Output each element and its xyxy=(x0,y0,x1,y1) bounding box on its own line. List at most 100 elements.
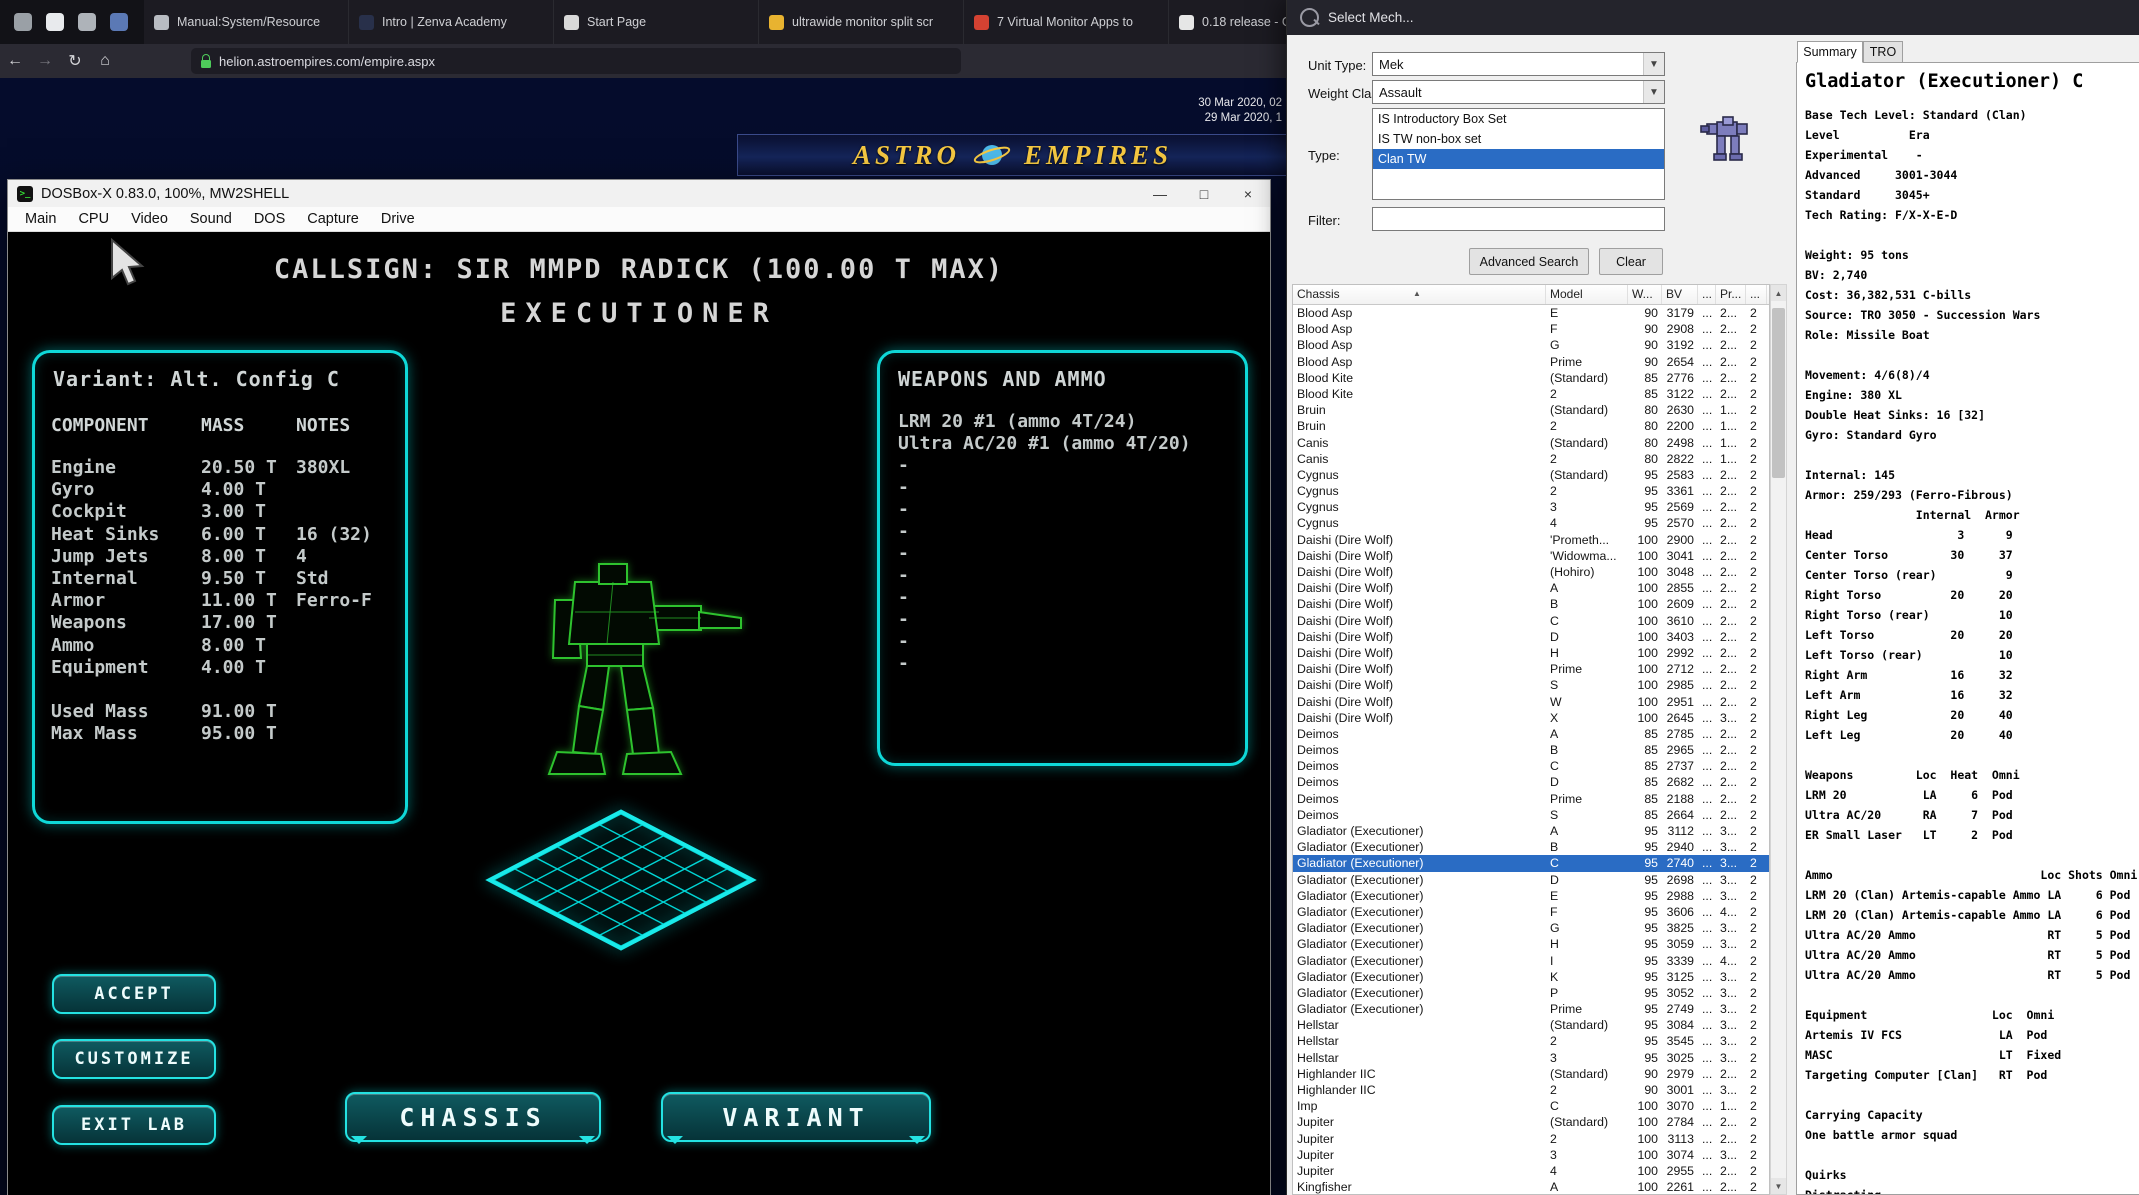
table-row[interactable]: Daishi (Dire Wolf)Prime1002712...2...2 xyxy=(1293,661,1769,677)
type-option[interactable]: IS Introductory Box Set xyxy=(1373,109,1664,129)
minimize-button[interactable]: — xyxy=(1138,180,1182,207)
table-row[interactable]: Daishi (Dire Wolf)(Hohiro)1003048...2...… xyxy=(1293,564,1769,580)
table-row[interactable]: Daishi (Dire Wolf)'Prometh...1002900...2… xyxy=(1293,532,1769,548)
column-header-chassis[interactable]: Chassis▲ xyxy=(1293,285,1546,304)
table-row[interactable]: Daishi (Dire Wolf)X1002645...3...2 xyxy=(1293,710,1769,726)
table-row[interactable]: DeimosB852965...2...2 xyxy=(1293,742,1769,758)
table-row[interactable]: Gladiator (Executioner)P953052...3...2 xyxy=(1293,985,1769,1001)
table-row[interactable]: Gladiator (Executioner)K953125...3...2 xyxy=(1293,969,1769,985)
table-row[interactable]: ImpC1003070...1...2 xyxy=(1293,1098,1769,1114)
pinned-tab-icon[interactable] xyxy=(78,13,96,31)
table-row[interactable]: Daishi (Dire Wolf)B1002609...2...2 xyxy=(1293,596,1769,612)
maximize-button[interactable]: □ xyxy=(1182,180,1226,207)
table-row[interactable]: Blood AspF902908...2...2 xyxy=(1293,321,1769,337)
table-row[interactable]: DeimosPrime852188...2...2 xyxy=(1293,791,1769,807)
type-option[interactable]: Clan TW xyxy=(1373,149,1664,169)
table-row[interactable]: DeimosD852682...2...2 xyxy=(1293,774,1769,790)
table-row[interactable]: Daishi (Dire Wolf)A1002855...2...2 xyxy=(1293,580,1769,596)
menu-item-main[interactable]: Main xyxy=(14,211,67,227)
table-row[interactable]: Blood AspG903192...2...2 xyxy=(1293,337,1769,353)
table-row[interactable]: Cygnus(Standard)952583...2...2 xyxy=(1293,467,1769,483)
table-row[interactable]: Gladiator (Executioner)B952940...3...2 xyxy=(1293,839,1769,855)
table-row[interactable]: Gladiator (Executioner)C952740...3...2 xyxy=(1293,855,1769,871)
table-row[interactable]: Blood Kite(Standard)852776...2...2 xyxy=(1293,370,1769,386)
table-row[interactable]: Jupiter31003074...3...2 xyxy=(1293,1147,1769,1163)
menu-item-dos[interactable]: DOS xyxy=(243,211,296,227)
table-row[interactable]: Blood AspPrime902654...2...2 xyxy=(1293,354,1769,370)
table-row[interactable]: Daishi (Dire Wolf)H1002992...2...2 xyxy=(1293,645,1769,661)
table-row[interactable]: Daishi (Dire Wolf)S1002985...2...2 xyxy=(1293,677,1769,693)
table-row[interactable]: Gladiator (Executioner)H953059...3...2 xyxy=(1293,936,1769,952)
tab-summary[interactable]: Summary xyxy=(1797,41,1863,63)
table-row[interactable]: Cygnus2953361...2...2 xyxy=(1293,483,1769,499)
scroll-up-button[interactable]: ▲ xyxy=(1771,285,1786,301)
reload-button[interactable]: ↻ xyxy=(60,51,90,71)
pinned-tab-icon[interactable] xyxy=(110,13,128,31)
back-button[interactable]: ← xyxy=(0,52,30,70)
table-row[interactable]: Highlander IIC2903001...3...2 xyxy=(1293,1082,1769,1098)
table-row[interactable]: Hellstar3953025...3...2 xyxy=(1293,1050,1769,1066)
table-row[interactable]: Gladiator (Executioner)E952988...3...2 xyxy=(1293,888,1769,904)
table-scrollbar[interactable]: ▲ ▼ xyxy=(1770,284,1787,1195)
table-row[interactable]: DeimosS852664...2...2 xyxy=(1293,807,1769,823)
browser-tab[interactable]: 7 Virtual Monitor Apps to xyxy=(964,0,1169,44)
browser-tab[interactable]: Start Page xyxy=(554,0,759,44)
table-row[interactable]: Daishi (Dire Wolf)W1002951...2...2 xyxy=(1293,694,1769,710)
pinned-tab-icon[interactable] xyxy=(46,13,64,31)
table-row[interactable]: Gladiator (Executioner)D952698...3...2 xyxy=(1293,872,1769,888)
chassis-button[interactable]: CHASSIS xyxy=(345,1092,601,1142)
browser-tab[interactable]: ultrawide monitor split scr xyxy=(759,0,964,44)
table-row[interactable]: Daishi (Dire Wolf)D1003403...2...2 xyxy=(1293,629,1769,645)
scroll-thumb[interactable] xyxy=(1772,308,1785,478)
forward-button[interactable]: → xyxy=(30,52,60,70)
table-row[interactable]: Hellstar2953545...3...2 xyxy=(1293,1033,1769,1049)
url-bar[interactable]: helion.astroempires.com/empire.aspx xyxy=(191,48,961,74)
table-row[interactable]: DeimosA852785...2...2 xyxy=(1293,726,1769,742)
table-row[interactable]: Cygnus4952570...2...2 xyxy=(1293,515,1769,531)
table-row[interactable]: Canis2802822...1...2 xyxy=(1293,451,1769,467)
table-row[interactable]: Jupiter41002955...2...2 xyxy=(1293,1163,1769,1179)
column-header-weight[interactable]: W... xyxy=(1628,285,1662,304)
table-row[interactable]: Daishi (Dire Wolf)'Widowma...1003041...2… xyxy=(1293,548,1769,564)
type-option[interactable]: IS TW non-box set xyxy=(1373,129,1664,149)
weight-class-dropdown[interactable]: Assault ▼ xyxy=(1372,80,1665,104)
menu-item-capture[interactable]: Capture xyxy=(296,211,370,227)
table-row[interactable]: Cygnus3952569...2...2 xyxy=(1293,499,1769,515)
table-row[interactable]: Gladiator (Executioner)F953606...4...2 xyxy=(1293,904,1769,920)
column-header-col5[interactable]: ... xyxy=(1698,285,1716,304)
type-listbox[interactable]: IS Introductory Box SetIS TW non-box set… xyxy=(1372,108,1665,200)
table-row[interactable]: Hellstar(Standard)953084...3...2 xyxy=(1293,1017,1769,1033)
dosbox-titlebar[interactable]: >_ DOSBox-X 0.83.0, 100%, MW2SHELL — □ × xyxy=(8,180,1270,207)
browser-tab[interactable]: Intro | Zenva Academy xyxy=(349,0,554,44)
exit-lab-button[interactable]: EXIT LAB xyxy=(52,1105,216,1145)
table-row[interactable]: Bruin(Standard)802630...1...2 xyxy=(1293,402,1769,418)
pinned-tab-icon[interactable] xyxy=(14,13,32,31)
table-row[interactable]: DeimosC852737...2...2 xyxy=(1293,758,1769,774)
table-row[interactable]: KingfisherA1002261...2...2 xyxy=(1293,1179,1769,1195)
filter-input[interactable] xyxy=(1372,207,1665,231)
menu-item-video[interactable]: Video xyxy=(120,211,179,227)
menu-item-sound[interactable]: Sound xyxy=(179,211,243,227)
table-row[interactable]: Gladiator (Executioner)Prime952749...3..… xyxy=(1293,1001,1769,1017)
variant-button[interactable]: VARIANT xyxy=(661,1092,931,1142)
accept-button[interactable]: ACCEPT xyxy=(52,974,216,1014)
tab-tro[interactable]: TRO xyxy=(1863,41,1903,63)
table-row[interactable]: Gladiator (Executioner)G953825...3...2 xyxy=(1293,920,1769,936)
browser-tab[interactable]: Manual:System/Resource xyxy=(144,0,349,44)
column-header-bv[interactable]: BV xyxy=(1662,285,1698,304)
table-row[interactable]: Highlander IIC(Standard)902979...2...2 xyxy=(1293,1066,1769,1082)
select-mech-titlebar[interactable]: Select Mech... xyxy=(1287,0,2139,35)
table-row[interactable]: Jupiter21003113...2...2 xyxy=(1293,1131,1769,1147)
column-header-col7[interactable]: ... xyxy=(1746,285,1767,304)
scroll-down-button[interactable]: ▼ xyxy=(1771,1178,1786,1194)
table-row[interactable]: Gladiator (Executioner)A953112...3...2 xyxy=(1293,823,1769,839)
menu-item-drive[interactable]: Drive xyxy=(370,211,426,227)
table-row[interactable]: Bruin2802200...1...2 xyxy=(1293,418,1769,434)
column-header-model[interactable]: Model xyxy=(1546,285,1628,304)
customize-button[interactable]: CUSTOMIZE xyxy=(52,1039,216,1079)
table-row[interactable]: Gladiator (Executioner)I953339...4...2 xyxy=(1293,953,1769,969)
home-button[interactable]: ⌂ xyxy=(90,52,120,70)
advanced-search-button[interactable]: Advanced Search xyxy=(1469,248,1589,275)
menu-item-cpu[interactable]: CPU xyxy=(67,211,120,227)
clear-button[interactable]: Clear xyxy=(1599,248,1663,275)
